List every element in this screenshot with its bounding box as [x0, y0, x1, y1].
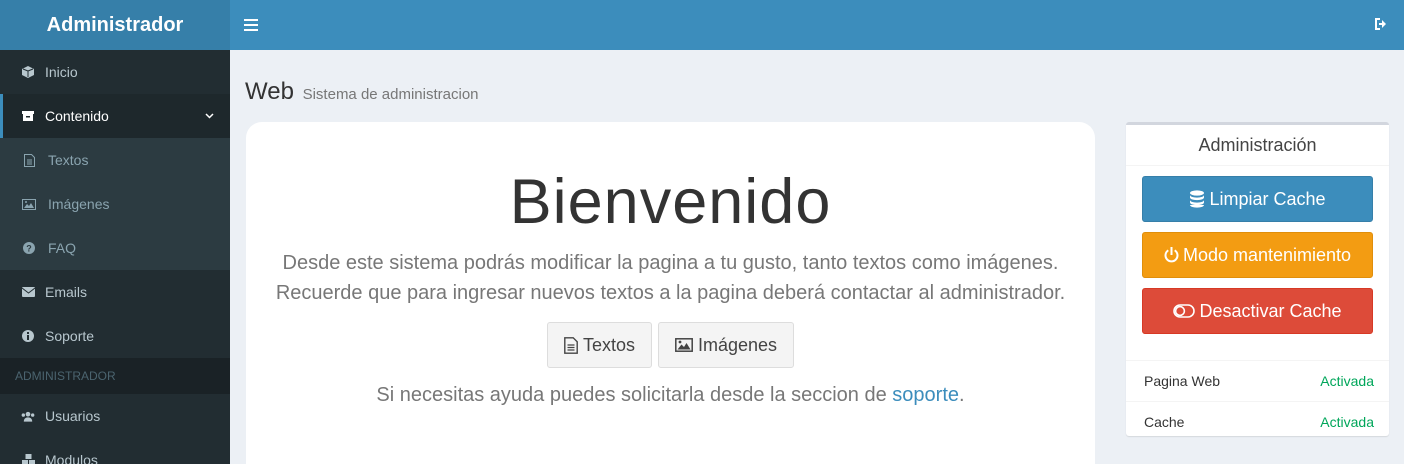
database-icon: [1189, 190, 1205, 208]
page-title-text: Web: [245, 78, 294, 105]
sidebar-item-label: Soporte: [45, 328, 95, 344]
help-text-prefix: Si necesitas ayuda puedes solicitarla de…: [376, 384, 893, 406]
admin-box-title: Administración: [1126, 125, 1389, 166]
status-row-cache: Cache Activada: [1126, 401, 1389, 442]
envelope-icon: [21, 285, 35, 299]
clear-cache-label: Limpiar Cache: [1209, 188, 1326, 209]
status-row-pagina-web: Pagina Web Activada: [1126, 360, 1389, 401]
status-value: Activada: [1320, 373, 1374, 389]
power-icon: [1164, 247, 1179, 263]
status-label: Cache: [1144, 414, 1185, 430]
toggle-off-icon: [1173, 304, 1196, 318]
brand-logo[interactable]: Administrador: [0, 0, 230, 50]
sidebar-item-inicio[interactable]: Inicio: [0, 50, 230, 94]
file-text-icon: [564, 336, 578, 354]
file-text-icon: [22, 153, 36, 167]
sidebar-item-label: Contenido: [45, 108, 109, 124]
textos-button-label: Textos: [582, 334, 635, 355]
disable-cache-button[interactable]: Desactivar Cache: [1142, 288, 1373, 334]
sidebar-item-imagenes[interactable]: Imágenes: [0, 182, 230, 226]
sidebar-item-label: Inicio: [45, 64, 78, 80]
sidebar-item-usuarios[interactable]: Usuarios: [0, 394, 230, 438]
sidebar-item-label: Imágenes: [48, 196, 110, 212]
users-icon: [21, 409, 35, 423]
admin-box: Administración Limpiar Cache Modo manten…: [1126, 122, 1389, 436]
archive-icon: [21, 109, 35, 123]
sidebar-item-label: FAQ: [48, 240, 77, 256]
cube-icon: [21, 65, 35, 79]
image-icon: [22, 197, 36, 211]
svg-text:?: ?: [26, 244, 32, 254]
top-navbar: [230, 0, 1404, 50]
question-circle-icon: ?: [22, 241, 36, 255]
image-icon: [675, 338, 693, 352]
sidebar-item-contenido[interactable]: Contenido: [0, 94, 230, 138]
imagenes-button[interactable]: Imágenes: [657, 322, 795, 368]
sidebar-item-textos[interactable]: Textos: [0, 138, 230, 182]
sidebar-item-label: Usuarios: [45, 408, 101, 424]
welcome-heading: Bienvenido: [509, 167, 832, 237]
textos-button[interactable]: Textos: [546, 322, 652, 368]
contenido-submenu: Textos Imágenes ? FAQ: [0, 138, 230, 270]
sidebar-item-label: Emails: [45, 284, 88, 300]
sidebar: Inicio Contenido Textos Imágenes ? FAQ E…: [0, 50, 230, 464]
status-label: Pagina Web: [1144, 373, 1221, 389]
help-text: Si necesitas ayuda puedes solicitarla de…: [246, 384, 1095, 407]
soporte-link[interactable]: soporte: [892, 384, 959, 406]
status-value: Activada: [1320, 414, 1374, 430]
sidebar-item-label: Modulos: [45, 452, 98, 464]
page-subtitle: Sistema de administracion: [302, 86, 479, 103]
info-circle-icon: [21, 329, 35, 343]
help-text-suffix: .: [959, 384, 965, 406]
cubes-icon: [21, 453, 35, 464]
sidebar-item-faq[interactable]: ? FAQ: [0, 226, 230, 270]
disable-cache-label: Desactivar Cache: [1199, 300, 1342, 321]
chevron-down-icon: [205, 111, 214, 122]
welcome-panel: Bienvenido Desde este sistema podrás mod…: [246, 122, 1095, 464]
sidebar-item-soporte[interactable]: Soporte: [0, 314, 230, 358]
maintenance-mode-button[interactable]: Modo mantenimiento: [1142, 232, 1373, 278]
maintenance-mode-label: Modo mantenimiento: [1182, 244, 1352, 265]
sidebar-item-modulos[interactable]: Modulos: [0, 438, 230, 464]
sidebar-section-header: ADMINISTRADOR: [0, 358, 230, 394]
sidebar-item-label: Textos: [48, 152, 89, 168]
sign-out-icon[interactable]: [1374, 17, 1390, 33]
sidebar-toggle-icon[interactable]: [244, 17, 258, 33]
imagenes-button-label: Imágenes: [697, 334, 778, 355]
page-title: Web Sistema de administracion: [245, 78, 479, 106]
welcome-lead: Desde este sistema podrás modificar la p…: [275, 252, 1066, 304]
sidebar-item-emails[interactable]: Emails: [0, 270, 230, 314]
clear-cache-button[interactable]: Limpiar Cache: [1142, 176, 1373, 222]
